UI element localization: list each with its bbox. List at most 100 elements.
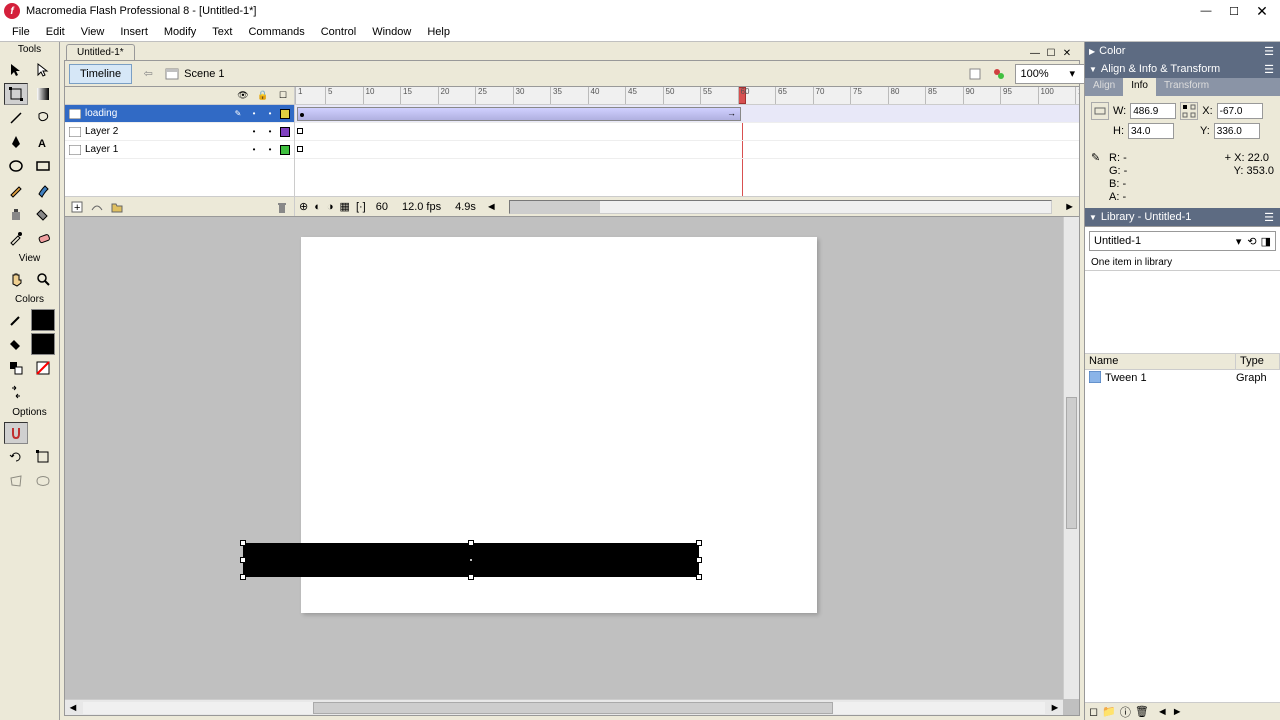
x-input[interactable] [1217, 103, 1263, 119]
pen-tool[interactable] [4, 131, 28, 153]
tab-transform[interactable]: Transform [1156, 78, 1217, 96]
layer-row[interactable]: loading ✎ • • [65, 105, 294, 123]
eyedropper-tool[interactable] [4, 227, 28, 249]
subselection-tool[interactable] [31, 59, 55, 81]
col-name[interactable]: Name [1085, 354, 1236, 369]
menu-commands[interactable]: Commands [240, 24, 312, 40]
envelope-option[interactable] [31, 470, 55, 492]
doc-restore[interactable]: ☐ [1044, 46, 1058, 60]
visible-dot[interactable]: • [248, 127, 260, 136]
menu-insert[interactable]: Insert [112, 24, 156, 40]
stage-scrollbar-v[interactable] [1063, 217, 1079, 699]
stage-area[interactable]: ⟷ ◄► [65, 217, 1079, 715]
new-folder-button[interactable]: 📁 [1102, 705, 1116, 718]
new-library-icon[interactable]: ◨ [1261, 235, 1271, 248]
option-2[interactable] [31, 422, 55, 444]
menu-text[interactable]: Text [204, 24, 240, 40]
pin-icon[interactable]: ⟲ [1247, 235, 1256, 248]
stroke-swatch[interactable] [31, 309, 55, 331]
rectangle-tool[interactable] [31, 155, 55, 177]
layer-row[interactable]: Layer 1 • • [65, 141, 294, 159]
show-hide-icon[interactable]: 👁 [236, 89, 250, 103]
visible-dot[interactable]: • [248, 145, 260, 154]
fill-swatch[interactable] [31, 333, 55, 355]
scene-back[interactable]: ⇦ [138, 67, 158, 80]
frames-area[interactable] [295, 105, 1079, 196]
lock-dot[interactable]: • [264, 145, 276, 154]
maximize-button[interactable]: ☐ [1220, 1, 1248, 21]
snap-option[interactable] [4, 422, 28, 444]
pencil-tool[interactable] [4, 179, 28, 201]
tab-align[interactable]: Align [1085, 78, 1123, 96]
lib-scroll-right[interactable]: ► [1172, 706, 1183, 718]
delete-layer-button[interactable] [274, 199, 290, 215]
color-panel-header[interactable]: ▶ Color ☰ [1085, 42, 1280, 60]
free-transform-tool[interactable] [4, 83, 28, 105]
onion-outline-icon[interactable]: ◑ [327, 201, 334, 213]
menu-file[interactable]: File [4, 24, 38, 40]
edit-scene-icon[interactable] [963, 63, 987, 85]
properties-button[interactable]: ⓘ [1120, 704, 1131, 720]
library-doc-select[interactable]: Untitled-1 ▾ ⟲ ◨ [1089, 231, 1276, 251]
center-frame-icon[interactable]: ⊕ [299, 200, 308, 213]
panel-options-icon[interactable]: ☰ [1262, 44, 1276, 58]
ink-bottle-tool[interactable] [4, 203, 28, 225]
rotate-option[interactable] [4, 446, 28, 468]
width-input[interactable] [1130, 103, 1176, 119]
gradient-transform-tool[interactable] [31, 83, 55, 105]
text-tool[interactable]: A [31, 131, 55, 153]
selected-shape[interactable] [243, 543, 699, 577]
library-item[interactable]: Tween 1 Graph [1085, 370, 1280, 386]
tab-info[interactable]: Info [1123, 78, 1156, 96]
fill-color[interactable] [4, 333, 28, 355]
panel-options-icon[interactable]: ☰ [1262, 210, 1276, 224]
align-panel-header[interactable]: ▼ Align & Info & Transform ☰ [1085, 60, 1280, 78]
registration-icon[interactable] [1180, 102, 1198, 120]
menu-modify[interactable]: Modify [156, 24, 204, 40]
scroll-right[interactable]: ► [1064, 201, 1075, 213]
oval-tool[interactable] [4, 155, 28, 177]
doc-minimize[interactable]: — [1028, 46, 1042, 60]
minimize-button[interactable]: — [1192, 1, 1220, 21]
scene-name[interactable]: Scene 1 [184, 68, 224, 80]
outline-icon[interactable]: ☐ [276, 89, 290, 103]
layer-color[interactable] [280, 109, 290, 119]
swap-colors[interactable] [4, 381, 28, 403]
onion-skin-icon[interactable]: ◐ [314, 201, 321, 213]
y-input[interactable] [1214, 123, 1260, 139]
brush-tool[interactable] [31, 179, 55, 201]
close-button[interactable]: ✕ [1248, 1, 1276, 21]
scale-option[interactable] [31, 446, 55, 468]
layer-color[interactable] [280, 127, 290, 137]
menu-edit[interactable]: Edit [38, 24, 73, 40]
menu-control[interactable]: Control [313, 24, 364, 40]
delete-button[interactable]: 🗑 [1135, 705, 1149, 718]
lock-dot[interactable]: • [264, 109, 276, 118]
selection-tool[interactable] [4, 59, 28, 81]
lib-scroll-left[interactable]: ◄ [1157, 706, 1168, 718]
line-tool[interactable] [4, 107, 28, 129]
edit-symbols-icon[interactable] [987, 63, 1011, 85]
layer-color[interactable] [280, 145, 290, 155]
add-motion-guide[interactable] [89, 199, 105, 215]
eraser-tool[interactable] [31, 227, 55, 249]
timeline-scrollbar[interactable] [509, 200, 1052, 214]
new-symbol-button[interactable]: ◻ [1089, 705, 1098, 718]
lock-dot[interactable]: • [264, 127, 276, 136]
distort-option[interactable] [4, 470, 28, 492]
hand-tool[interactable] [4, 268, 28, 290]
timeline-ruler[interactable]: 1510152025303540455055606570758085909510… [295, 87, 1079, 105]
menu-help[interactable]: Help [419, 24, 458, 40]
stage-scrollbar-h[interactable]: ◄► [65, 699, 1063, 715]
doc-close[interactable]: ✕ [1060, 46, 1074, 60]
zoom-select[interactable] [1015, 64, 1085, 84]
onion-markers-icon[interactable]: [·] [356, 201, 366, 213]
add-layer-button[interactable]: + [69, 199, 85, 215]
height-input[interactable] [1128, 123, 1174, 139]
document-tab[interactable]: Untitled-1* [66, 44, 135, 60]
menu-window[interactable]: Window [364, 24, 419, 40]
no-color[interactable] [31, 357, 55, 379]
edit-multiple-icon[interactable]: ▦ [340, 200, 350, 213]
scroll-left[interactable]: ◄ [486, 201, 497, 213]
timeline-toggle[interactable]: Timeline [69, 64, 132, 84]
